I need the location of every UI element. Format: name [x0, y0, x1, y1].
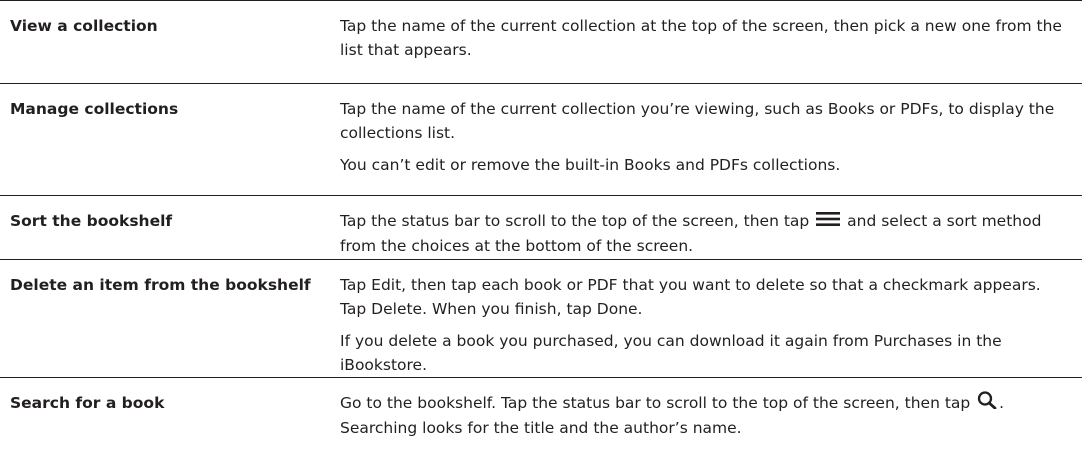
table-row: Search for a book Go to the bookshelf. T… [0, 378, 1082, 458]
task-label: Manage collections [10, 100, 179, 118]
instructions-table: View a collection Tap the name of the cu… [0, 0, 1082, 458]
description-text: Tap the status bar to scroll to the top … [340, 212, 810, 230]
task-label: Search for a book [10, 394, 165, 412]
task-description: Tap the status bar to scroll to the top … [340, 196, 1082, 259]
task-label: Sort the bookshelf [10, 212, 173, 230]
task-description: Tap the name of the current collection a… [340, 1, 1082, 83]
task-description: Tap the name of the current collection y… [340, 84, 1082, 195]
task-label: Delete an item from the bookshelf [10, 276, 311, 294]
task-description: Tap Edit, then tap each book or PDF that… [340, 260, 1082, 377]
table-row: Delete an item from the bookshelf Tap Ed… [0, 260, 1082, 378]
table-row: Manage collections Tap the name of the c… [0, 84, 1082, 196]
description-paragraph: Tap the name of the current collection y… [340, 100, 1055, 142]
description-paragraph: Go to the bookshelf. Tap the status bar … [340, 391, 1066, 440]
list-icon [816, 210, 841, 234]
description-paragraph: Tap Edit, then tap each book or PDF that… [340, 276, 1041, 318]
search-icon [977, 391, 997, 416]
description-paragraph: You can’t edit or remove the built-in Bo… [340, 156, 841, 174]
task-description: Go to the bookshelf. Tap the status bar … [340, 378, 1082, 458]
description-paragraph: Tap the name of the current collection a… [340, 17, 1062, 59]
table-row: View a collection Tap the name of the cu… [0, 0, 1082, 84]
table-row: Sort the bookshelf Tap the status bar to… [0, 196, 1082, 260]
description-paragraph: If you delete a book you purchased, you … [340, 332, 1002, 374]
description-paragraph: Tap the status bar to scroll to the top … [340, 209, 1066, 258]
task-label: View a collection [10, 17, 158, 35]
description-text: Go to the bookshelf. Tap the status bar … [340, 394, 971, 412]
